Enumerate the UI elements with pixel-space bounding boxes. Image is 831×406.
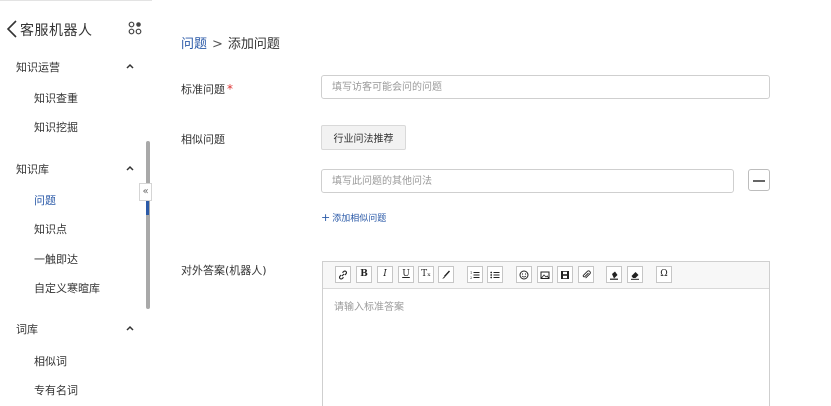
collapse-sidebar-button[interactable]: «: [139, 183, 152, 201]
similar-question-label: 相似问题: [181, 133, 225, 146]
unordered-list-icon[interactable]: [487, 266, 503, 283]
sidebar-item-label: 专有名词: [34, 384, 78, 397]
breadcrumb-link-questions[interactable]: 问题: [181, 37, 207, 52]
svg-text:2: 2: [470, 276, 472, 280]
back-arrow-icon[interactable]: [5, 18, 19, 40]
video-icon[interactable]: [557, 266, 573, 283]
caret-up-icon[interactable]: [125, 324, 135, 332]
plus-icon: +: [321, 211, 331, 224]
industry-recommend-button[interactable]: 行业问法推荐: [321, 125, 406, 150]
eraser-icon[interactable]: [627, 266, 643, 283]
rich-text-editor: B I U Tₓ 12 Ω 请输入标准答案: [322, 261, 770, 406]
text-format-button[interactable]: Tₓ: [418, 266, 434, 283]
paint-bucket-icon[interactable]: [606, 266, 622, 283]
svg-text:1: 1: [470, 271, 472, 275]
sidebar-item-custom-greetings[interactable]: 自定义寒暄库: [0, 275, 146, 299]
caret-up-icon[interactable]: [125, 62, 135, 70]
sidebar-item-questions[interactable]: 问题: [0, 187, 146, 211]
sidebar-item-label: 知识点: [34, 223, 67, 236]
breadcrumb-current: 添加问题: [227, 37, 280, 52]
remove-similar-question-button[interactable]: [748, 169, 770, 191]
image-icon[interactable]: [537, 266, 553, 283]
sidebar-item-knowledge-mining[interactable]: 知识挖掘: [0, 114, 146, 138]
sidebar-item-label: 自定义寒暄库: [34, 282, 100, 295]
sidebar-item-label: 知识查重: [34, 92, 78, 105]
ordered-list-icon[interactable]: 12: [467, 266, 483, 283]
sidebar-item-label: 一触即达: [34, 253, 78, 266]
bold-button[interactable]: B: [356, 266, 372, 283]
group-title-knowledge-base[interactable]: 知识库: [16, 161, 49, 177]
similar-question-input[interactable]: [321, 169, 734, 193]
group-title-lexicon[interactable]: 词库: [16, 321, 38, 337]
sidebar-item-label: 问题: [34, 194, 56, 207]
sidebar: 客服机器人 知识运营 知识查重 知识挖掘 知识库 问题 知识点 一触即达 自定义…: [0, 0, 152, 406]
standard-question-label: 标准问题 *: [181, 81, 233, 97]
answer-label: 对外答案(机器人): [181, 264, 267, 277]
editor-toolbar: B I U Tₓ 12 Ω: [323, 262, 769, 289]
italic-button[interactable]: I: [377, 266, 393, 283]
add-similar-question-label: 添加相似问题: [332, 214, 387, 224]
sidebar-scrollbar[interactable]: [146, 141, 150, 309]
sidebar-header: 客服机器人: [0, 1, 152, 53]
special-char-button[interactable]: Ω: [656, 266, 672, 283]
add-similar-question-link[interactable]: + 添加相似问题: [321, 211, 386, 224]
breadcrumb-separator: >: [212, 37, 223, 52]
required-mark: *: [227, 82, 233, 96]
group-title-knowledge-ops[interactable]: 知识运营: [16, 59, 60, 75]
sidebar-item-knowledge-points[interactable]: 知识点: [0, 216, 146, 240]
underline-button[interactable]: U: [398, 266, 414, 283]
breadcrumb: 问题 > 添加问题: [181, 33, 280, 52]
app-title: 客服机器人: [20, 23, 93, 39]
sidebar-item-proper-nouns[interactable]: 专有名词: [0, 377, 146, 401]
sidebar-item-one-touch[interactable]: 一触即达: [0, 246, 146, 270]
apps-grid-icon[interactable]: [128, 21, 142, 35]
attachment-icon[interactable]: [578, 266, 594, 283]
emoji-icon[interactable]: [516, 266, 532, 283]
answer-editor-area[interactable]: [334, 298, 754, 398]
sidebar-item-label: 知识挖掘: [34, 121, 78, 134]
sidebar-item-knowledge-dedup[interactable]: 知识查重: [0, 85, 146, 109]
brush-icon[interactable]: [438, 266, 454, 283]
caret-up-icon[interactable]: [125, 164, 135, 172]
standard-question-input[interactable]: [321, 75, 770, 99]
link-icon[interactable]: [335, 266, 351, 283]
label-text: 标准问题: [181, 83, 225, 96]
sidebar-item-label: 相似词: [34, 355, 67, 368]
sidebar-item-synonyms[interactable]: 相似词: [0, 348, 146, 372]
active-item-indicator: [146, 199, 149, 215]
